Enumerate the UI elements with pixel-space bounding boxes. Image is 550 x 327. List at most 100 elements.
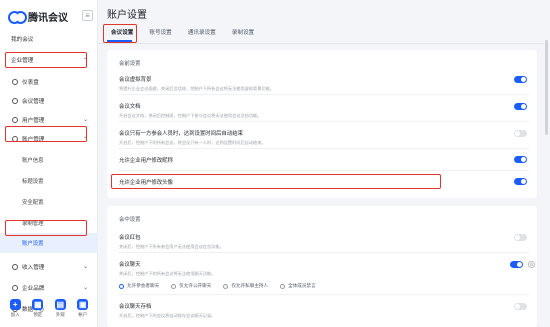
- radio-label: 仅允许私聊主持人: [231, 283, 269, 288]
- chat-archive-toggle[interactable]: [514, 303, 527, 310]
- tab-meeting-settings[interactable]: 会议设置: [105, 27, 139, 39]
- divider: [119, 148, 529, 149]
- virtual-background-toggle[interactable]: [514, 76, 527, 83]
- modify-nickname-toggle[interactable]: [514, 156, 527, 163]
- divider: [119, 170, 529, 171]
- account-icon: [12, 136, 18, 142]
- sidebar-item-label: 录制管理: [22, 220, 44, 227]
- radio-label: 全体成员禁言: [288, 283, 316, 288]
- tencent-meeting-logo-icon: [8, 11, 27, 24]
- vertical-scrollbar[interactable]: [545, 40, 548, 135]
- setting-description: 开启后，控制户下的所有会议，将会议只有一人时，达到设置时间后自动结束。: [119, 140, 266, 145]
- auto-end-toggle[interactable]: [514, 130, 527, 137]
- collapse-sidebar-icon[interactable]: ≡: [82, 10, 93, 21]
- sidebar-item-label: 企业品牌: [22, 285, 45, 292]
- setting-title: 会议聊天: [119, 262, 141, 268]
- sidebar-item-label: 用户管理: [22, 117, 45, 124]
- pre-meeting-settings-card: 会前设置 会议虚拟背景 将提升企业会议面貌，关闭后会话帧，控制户下所有会议将无法…: [107, 50, 537, 198]
- sidebar-item-label: 我的会议: [11, 37, 34, 43]
- section-title: 会中设置: [119, 217, 141, 223]
- modify-avatar-toggle[interactable]: [514, 178, 527, 185]
- sidebar-item-account-settings[interactable]: 账户设置: [0, 233, 98, 253]
- setting-description: 将提升企业会议面貌，关闭后会话帧，控制户下所有会议将无法使用虚拟背景功能。: [119, 86, 274, 91]
- radio-label: 仅允许公开聊天: [179, 283, 212, 288]
- income-icon: [12, 263, 18, 270]
- main-content: 账户设置 会议设置 账号设置 通讯录设置 录制设置 会前设置 会议虚拟背景 将提…: [99, 0, 550, 327]
- setting-row-virtual-background: 会议虚拟背景 将提升企业会议面貌，关闭后会话帧，控制户下所有会议将无法使用虚拟背…: [119, 75, 529, 92]
- page-title: 账户设置: [107, 10, 147, 21]
- chevron-up-icon: ⌃: [82, 57, 88, 64]
- sidebar-item-meeting-management[interactable]: 会议管理: [0, 91, 98, 110]
- plus-icon: +: [9, 299, 21, 310]
- setting-description: 关闭后，控制户下的所有会议将无法使用聊天功能。: [119, 271, 216, 276]
- tab-recording-settings[interactable]: 录制设置: [226, 27, 260, 39]
- sidebar-nav: 我的会议 企业管理 ⌃ 仪表盘 会议管理 用户管理 ⌄ 账户管理 ⌃ 账户信息 …: [0, 30, 98, 319]
- radio-unselected-icon: [223, 283, 229, 289]
- setting-title: 会议聊天存档: [119, 304, 152, 310]
- sidebar-item-user-management[interactable]: 用户管理 ⌄: [0, 110, 98, 129]
- sidebar-item-enterprise-brand[interactable]: 企业品牌 ⌄: [0, 277, 98, 298]
- meeting-chat-toggle[interactable]: [510, 261, 523, 268]
- app-name: 腾讯会议: [28, 12, 68, 24]
- red-packet-toggle[interactable]: [514, 234, 527, 241]
- setting-description: 开启后，控制户下的会议将自动保存会议聊天记录。: [119, 313, 216, 318]
- setting-title: 允许企业用户修改头像: [119, 180, 173, 186]
- calendar-icon: ▦: [32, 299, 44, 310]
- tab-contacts-settings[interactable]: 通讯录设置: [182, 27, 222, 39]
- sidebar-item-label: 会议管理: [22, 98, 45, 105]
- sidebar-item-account-management[interactable]: 账户管理 ⌃: [0, 129, 98, 149]
- chat-permission-radios: 允许参会者聊天 仅允许公开聊天 仅允许私聊主持人 全体成员禁言: [119, 283, 316, 289]
- radio-allow-chat[interactable]: 允许参会者聊天: [119, 283, 159, 289]
- radio-unselected-icon: [280, 283, 286, 289]
- section-title: 会前设置: [119, 61, 141, 67]
- bottom-quick-actions: + 加入 ▦ 预定 ▤ 外观 ▣ 帐户: [0, 297, 98, 327]
- radio-private-host[interactable]: 仅允许私聊主持人: [223, 283, 268, 289]
- radio-label: 允许参会者聊天: [127, 283, 160, 288]
- chevron-down-icon: ⌄: [82, 264, 88, 270]
- sidebar-item-label: 账户设置: [22, 241, 44, 247]
- sidebar-item-income-management[interactable]: 收入管理 ⌄: [0, 256, 98, 277]
- join-label: 加入: [10, 312, 20, 317]
- setting-row-modify-nickname: 允许企业用户修改昵称: [119, 156, 529, 164]
- chevron-up-icon: ⌃: [82, 136, 88, 143]
- account-label: 帐户: [78, 312, 88, 317]
- radio-selected-icon: [119, 283, 124, 289]
- setting-description: 关闭后，控制户下所有参会用户无法使用会议红包功能。: [119, 244, 224, 249]
- sidebar-item-security-config[interactable]: 安全配置: [0, 191, 98, 212]
- sidebar-item-account-info[interactable]: 账户信息: [0, 149, 98, 170]
- radio-public-only[interactable]: 仅允许公开聊天: [171, 283, 211, 289]
- sidebar-item-label: 安全配置: [22, 199, 44, 206]
- setting-title: 会议文档: [119, 104, 141, 110]
- sidebar-item-dashboard[interactable]: 仪表盘: [0, 72, 98, 91]
- radio-mute-all[interactable]: 全体成员禁言: [280, 283, 316, 289]
- sidebar-item-label: 账户管理: [22, 137, 45, 143]
- brand-icon: [12, 284, 18, 291]
- sidebar-item-title-settings[interactable]: 标题设置: [0, 170, 98, 191]
- app-window: 腾讯会议 ≡ 我的会议 企业管理 ⌃ 仪表盘 会议管理 用户管理 ⌄ 账户管理 …: [0, 0, 550, 327]
- tab-account-settings[interactable]: 账号设置: [143, 27, 177, 39]
- active-tab-indicator: [107, 40, 132, 42]
- app-logo[interactable]: 腾讯会议: [8, 9, 68, 24]
- sidebar-item-label: 仪表盘: [22, 79, 39, 86]
- sidebar: 腾讯会议 ≡ 我的会议 企业管理 ⌃ 仪表盘 会议管理 用户管理 ⌄ 账户管理 …: [0, 0, 98, 327]
- setting-row-chat-archive: 会议聊天存档 开启后，控制户下的会议将自动保存会议聊天记录。: [119, 302, 529, 319]
- sidebar-item-recording-management[interactable]: 录制管理: [0, 212, 98, 233]
- sidebar-item-my-meetings[interactable]: 我的会议: [0, 30, 98, 48]
- chevron-down-icon: ⌄: [82, 117, 88, 123]
- chat-settings-icon[interactable]: ⚙: [528, 261, 535, 268]
- sidebar-item-enterprise-management[interactable]: 企业管理 ⌃: [0, 50, 98, 70]
- setting-title: 会议只有一方参会人员时，达到设置时间后自动结束: [119, 131, 243, 137]
- setting-title: 允许企业用户修改昵称: [119, 158, 173, 164]
- schedule-button[interactable]: ▦ 预定: [32, 299, 44, 318]
- join-button[interactable]: + 加入: [9, 299, 21, 318]
- divider: [119, 121, 529, 122]
- appearance-button[interactable]: ▤ 外观: [54, 299, 66, 318]
- account-button[interactable]: ▣ 帐户: [77, 299, 89, 318]
- meeting-docs-toggle[interactable]: [514, 103, 527, 110]
- setting-description: 开启会议文档，关闭后控制面，控制户下参与会议将无法使用会议文档功能。: [119, 113, 262, 118]
- appearance-label: 外观: [55, 312, 65, 317]
- tab-divider: [99, 43, 544, 44]
- gauge-icon: [12, 78, 18, 85]
- divider: [119, 294, 529, 295]
- sidebar-item-label: 收入管理: [22, 264, 45, 271]
